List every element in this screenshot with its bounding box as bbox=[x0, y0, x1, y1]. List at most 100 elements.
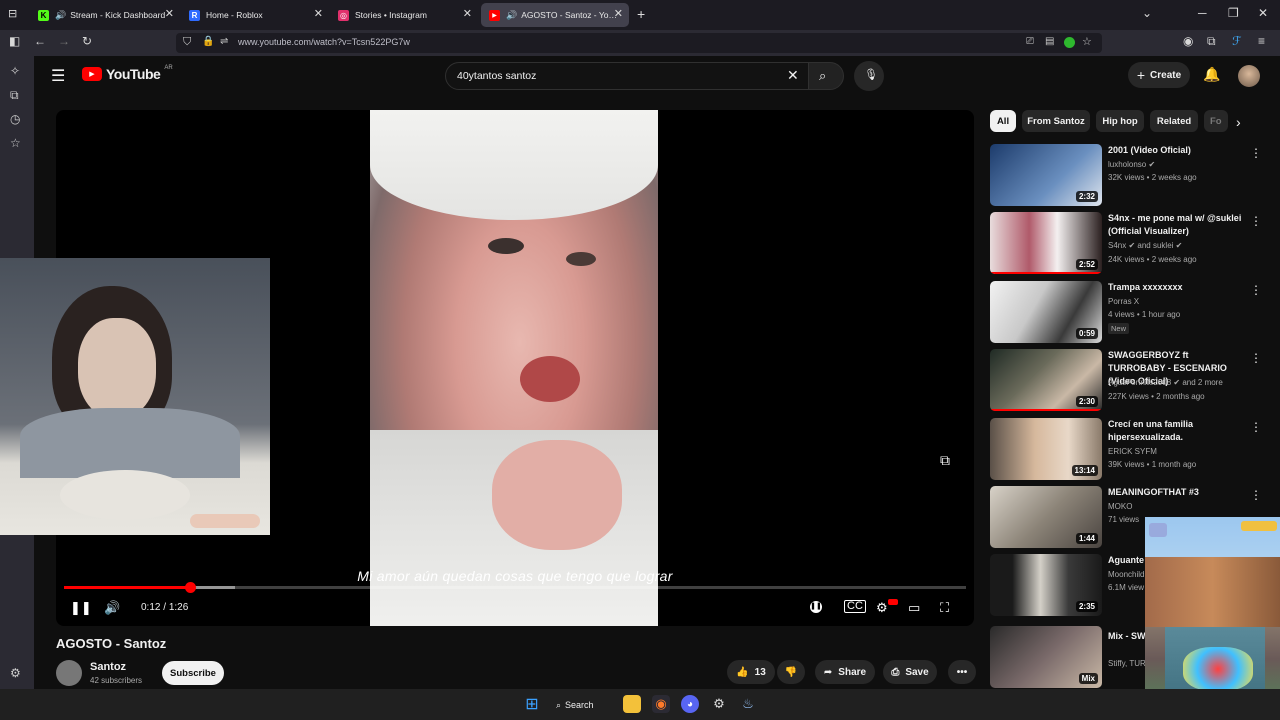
pause-icon[interactable]: ❚❚ bbox=[70, 600, 92, 616]
discord-icon[interactable]: ◕ bbox=[681, 695, 699, 713]
tab-list-icon[interactable]: ⌄ bbox=[1142, 6, 1152, 20]
settings-gear-icon[interactable]: ⚙ bbox=[10, 666, 21, 680]
tab-youtube[interactable]: ▶ 🔊 AGOSTO - Santoz - YouTube ✕ bbox=[481, 3, 629, 27]
youtube-logo[interactable]: ▶ YouTube AR bbox=[82, 65, 173, 82]
chevron-right-icon[interactable]: › bbox=[1236, 114, 1241, 130]
save-button[interactable]: ⎙ Save bbox=[883, 660, 937, 684]
download-icon[interactable] bbox=[1064, 37, 1075, 48]
thumbnail[interactable]: 2:30 bbox=[990, 349, 1102, 411]
lock-icon[interactable]: 🔒 bbox=[202, 36, 214, 47]
search-input[interactable]: 40ytantos santoz ✕ bbox=[445, 62, 809, 90]
voice-search-button[interactable]: 🎙 bbox=[854, 61, 884, 91]
search-query[interactable]: 40ytantos santoz bbox=[457, 70, 536, 82]
back-icon[interactable]: ← bbox=[34, 34, 46, 48]
thumbnail[interactable]: 2:32 bbox=[990, 144, 1102, 206]
reader-icon[interactable]: ▤ bbox=[1045, 36, 1054, 47]
close-icon[interactable]: ✕ bbox=[614, 7, 623, 20]
volume-icon[interactable]: 🔊 bbox=[104, 600, 120, 616]
avatar[interactable] bbox=[1238, 65, 1260, 87]
url-bar[interactable]: ⛉ 🔒 ⇌ www.youtube.com/watch?v=Tcsn522PG7… bbox=[176, 33, 1102, 53]
channel-avatar[interactable] bbox=[56, 660, 82, 686]
tab-roblox[interactable]: R Home - Roblox ✕ bbox=[181, 3, 329, 27]
app-icon[interactable]: ⚙ bbox=[710, 695, 728, 713]
ai-sparkle-icon[interactable]: ✧ bbox=[10, 64, 20, 78]
settings-gear-icon[interactable]: ⚙ bbox=[876, 600, 888, 616]
thumbnail[interactable]: Mix bbox=[990, 626, 1102, 688]
shield-icon[interactable]: ⛉ bbox=[183, 36, 191, 49]
thumbnail[interactable]: 2:52 bbox=[990, 212, 1102, 274]
recommendation-title[interactable]: Trampa xxxxxxxx bbox=[1108, 281, 1248, 294]
firefox-icon[interactable]: ◉ bbox=[652, 695, 670, 713]
more-actions-button[interactable]: ••• bbox=[948, 660, 976, 684]
dislike-button[interactable]: 👎 bbox=[777, 660, 805, 684]
notifications-bell-icon[interactable]: 🔔 bbox=[1203, 66, 1220, 83]
chip-hip-hop[interactable]: Hip hop bbox=[1096, 110, 1144, 132]
chip-related[interactable]: Related bbox=[1150, 110, 1198, 132]
tab-instagram[interactable]: ◎ Stories • Instagram ✕ bbox=[330, 3, 478, 27]
thumbnail[interactable]: 13:14 bbox=[990, 418, 1102, 480]
kebab-menu-icon[interactable]: ⋮ bbox=[1250, 283, 1262, 297]
like-button[interactable]: 👍 13 bbox=[727, 660, 775, 684]
maximize-icon[interactable]: ❐ bbox=[1228, 6, 1239, 20]
tab-overview-icon[interactable]: ⊟ bbox=[8, 7, 17, 20]
bookmarks-icon[interactable]: ☆ bbox=[10, 136, 21, 150]
account-icon[interactable]: ◉ bbox=[1183, 34, 1193, 48]
recommendation-title[interactable]: Crecí en una familia hipersexualizada. bbox=[1108, 418, 1248, 444]
windows-start-icon[interactable]: ⊞ bbox=[523, 695, 541, 713]
thumbnail[interactable]: 0:59 bbox=[990, 281, 1102, 343]
miniplayer-icon[interactable]: ⧉ bbox=[940, 452, 950, 469]
menu-icon[interactable]: ≡ bbox=[1258, 34, 1265, 48]
close-icon[interactable]: ✕ bbox=[463, 7, 472, 20]
progress-scrubber[interactable] bbox=[185, 582, 197, 593]
synced-tabs-icon[interactable]: ⧉ bbox=[10, 88, 19, 103]
chip-all[interactable]: All bbox=[990, 110, 1016, 132]
progress-bar[interactable] bbox=[64, 582, 966, 593]
search-button[interactable]: ⌕ bbox=[808, 62, 844, 90]
captions-icon[interactable]: CC bbox=[844, 600, 866, 613]
url-text[interactable]: www.youtube.com/watch?v=Tcsn522PG7w bbox=[238, 37, 410, 47]
tab-kick[interactable]: K 🔊 Stream - Kick Dashboard ✕ bbox=[30, 3, 180, 27]
share-button[interactable]: ➦ Share bbox=[815, 660, 875, 684]
window-close-icon[interactable]: ✕ bbox=[1258, 6, 1268, 20]
history-icon[interactable]: ◷ bbox=[10, 112, 20, 126]
permissions-icon[interactable]: ⇌ bbox=[220, 36, 228, 47]
kebab-menu-icon[interactable]: ⋮ bbox=[1250, 488, 1262, 502]
kebab-menu-icon[interactable]: ⋮ bbox=[1250, 420, 1262, 434]
recommendation-title[interactable]: S4nx - me pone mal w/ @suklei (Official … bbox=[1108, 212, 1248, 238]
taskbar-search[interactable]: ⌕ Search bbox=[556, 696, 608, 714]
forward-icon[interactable]: → bbox=[58, 34, 70, 48]
extensions-icon[interactable]: ⧉ bbox=[1207, 34, 1216, 49]
kebab-menu-icon[interactable]: ⋮ bbox=[1250, 146, 1262, 160]
subscribe-button[interactable]: Subscribe bbox=[162, 661, 224, 685]
recommendation-title[interactable]: 2001 (Video Oficial) bbox=[1108, 144, 1248, 157]
translate-icon[interactable]: ℱ bbox=[1232, 34, 1241, 48]
create-button[interactable]: + Create bbox=[1128, 62, 1190, 88]
kebab-menu-icon[interactable]: ⋮ bbox=[1250, 351, 1262, 365]
steam-icon[interactable]: ♨ bbox=[739, 695, 757, 713]
recommendation-title[interactable]: MEANINGOFTHAT #3 bbox=[1108, 486, 1248, 499]
recommendation-item[interactable]: 0:59 Trampa xxxxxxxx Porras X 4 views • … bbox=[990, 281, 1262, 345]
reload-icon[interactable]: ↻ bbox=[82, 34, 92, 48]
file-explorer-icon[interactable] bbox=[623, 695, 641, 713]
sidebar-toggle-icon[interactable]: ◧ bbox=[9, 34, 20, 48]
channel-name[interactable]: Santoz bbox=[90, 661, 126, 673]
close-icon[interactable]: ✕ bbox=[165, 7, 174, 20]
screenshot-icon[interactable]: ⎚ bbox=[1026, 36, 1034, 47]
theater-mode-icon[interactable]: ▭ bbox=[908, 600, 920, 616]
clear-search-icon[interactable]: ✕ bbox=[787, 67, 799, 84]
recommendation-item[interactable]: 13:14 Crecí en una familia hipersexualiz… bbox=[990, 418, 1262, 482]
recommendation-item[interactable]: 2:30 SWAGGERBOYZ ft TURROBABY - ESCENARI… bbox=[990, 349, 1262, 413]
thumbnail[interactable]: 1:44 bbox=[990, 486, 1102, 548]
recommendation-item[interactable]: 2:52 S4nx - me pone mal w/ @suklei (Offi… bbox=[990, 212, 1262, 276]
autoplay-toggle-icon[interactable]: ❚❚ bbox=[810, 601, 822, 613]
bookmark-star-icon[interactable]: ☆ bbox=[1082, 35, 1092, 48]
kebab-menu-icon[interactable]: ⋮ bbox=[1250, 214, 1262, 228]
hamburger-menu-icon[interactable]: ☰ bbox=[51, 66, 65, 86]
chip-more[interactable]: Fo bbox=[1204, 110, 1228, 132]
new-tab-button[interactable]: + bbox=[637, 6, 645, 22]
recommendation-item[interactable]: 2:32 2001 (Video Oficial) luxholonso ✔ 3… bbox=[990, 144, 1262, 208]
close-icon[interactable]: ✕ bbox=[314, 7, 323, 20]
thumbnail[interactable]: 2:35 bbox=[990, 554, 1102, 616]
fullscreen-icon[interactable]: ⛶ bbox=[940, 600, 949, 616]
chip-from-santoz[interactable]: From Santoz bbox=[1022, 110, 1090, 132]
